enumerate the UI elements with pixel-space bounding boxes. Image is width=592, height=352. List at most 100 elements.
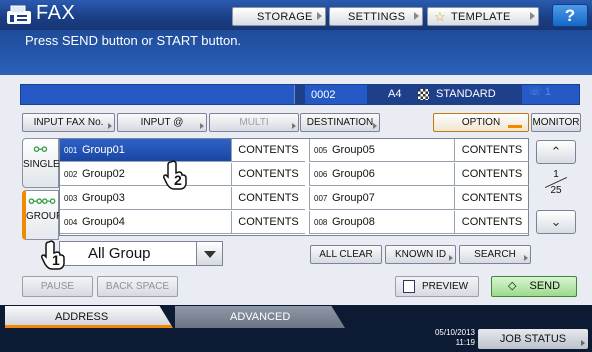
job-status-button[interactable]: JOB STATUS — [478, 329, 588, 349]
known-id-button[interactable]: KNOWN ID — [385, 245, 456, 264]
contents-button[interactable]: CONTENTS — [231, 163, 305, 186]
contents-button[interactable]: CONTENTS — [454, 139, 529, 162]
preview-label: PREVIEW — [422, 281, 469, 292]
send-button[interactable]: ◇ SEND — [491, 276, 577, 297]
phone-icon: ☏ — [528, 86, 542, 98]
group-number: 001 — [64, 146, 78, 155]
group-number: 002 — [64, 170, 78, 179]
group-name: Group02 — [82, 168, 125, 180]
paper-size: A4 — [388, 88, 402, 100]
destination-display — [21, 85, 295, 104]
star-icon: ☆ — [434, 8, 446, 24]
known-id-label: KNOWN ID — [394, 249, 447, 260]
date: 05/10/2013 — [434, 328, 475, 337]
option-indicator — [508, 125, 522, 128]
arrow-icon — [581, 340, 585, 346]
arrow-icon — [200, 123, 204, 129]
input-fax-number-button[interactable]: INPUT FAX No. — [22, 113, 115, 132]
instruction-message: Press SEND button or START button. — [25, 33, 242, 48]
contents-button[interactable]: CONTENTS — [454, 211, 529, 234]
list-item-group07[interactable]: 007 Group07 — [309, 187, 454, 210]
scroll-up-button[interactable]: ⌃ — [536, 140, 576, 164]
template-button[interactable]: ☆ TEMPLATE — [427, 7, 539, 26]
total-pages: 25 — [550, 185, 562, 196]
storage-button[interactable]: STORAGE — [232, 7, 326, 26]
line-indicator: ☏ 1 — [522, 85, 579, 104]
pointing-hand-icon: 1 — [41, 240, 65, 270]
settings-label: SETTINGS — [348, 10, 406, 23]
contents-button[interactable]: CONTENTS — [231, 187, 305, 210]
tab-group-label: GROUP — [26, 211, 63, 222]
contents-button[interactable]: CONTENTS — [454, 187, 529, 210]
group-name: Group06 — [332, 168, 375, 180]
resolution-icon — [418, 89, 429, 100]
scroll-down-button[interactable]: ⌄ — [536, 210, 576, 234]
multi-button[interactable]: MULTI — [209, 113, 299, 132]
arrow-icon — [292, 123, 296, 129]
line-number: 1 — [544, 86, 551, 98]
tab-advanced[interactable]: ADVANCED — [175, 306, 345, 328]
tab-group[interactable]: ⚯⚯ GROUP — [22, 190, 63, 240]
storage-label: STORAGE — [257, 10, 313, 23]
all-clear-button[interactable]: ALL CLEAR — [310, 245, 382, 264]
list-item-group08[interactable]: 008 Group08 — [309, 211, 454, 234]
app-title: FAX — [36, 2, 76, 24]
group-name: Group04 — [82, 216, 125, 228]
arrow-icon — [373, 123, 377, 129]
contents-button[interactable]: CONTENTS — [231, 211, 305, 234]
input-fax-number-label: INPUT FAX No. — [33, 117, 104, 128]
group-name: Group03 — [82, 192, 125, 204]
arrow-icon — [414, 12, 419, 20]
search-label: SEARCH — [474, 249, 516, 260]
callout-one: 1 — [52, 252, 60, 268]
list-item-group06[interactable]: 006 Group06 — [309, 163, 454, 186]
contents-button[interactable]: CONTENTS — [454, 163, 529, 186]
list-item-group03[interactable]: 003 Group03 — [60, 187, 231, 210]
group-number: 006 — [314, 170, 328, 179]
group-number: 004 — [64, 218, 78, 227]
settings-button[interactable]: SETTINGS — [329, 7, 423, 26]
group-number: 008 — [314, 218, 328, 227]
list-item-group02[interactable]: 002 Group02 — [60, 163, 231, 186]
callout-two: 2 — [174, 172, 182, 188]
send-label: SEND — [529, 280, 561, 292]
destination-label: DESTINATION — [306, 117, 374, 128]
destination-button[interactable]: DESTINATION — [300, 113, 380, 132]
date-time: 05/10/2013 11:19 — [425, 328, 475, 348]
help-button[interactable]: ? — [552, 4, 588, 27]
template-label: TEMPLATE — [450, 10, 511, 23]
contents-button[interactable]: CONTENTS — [231, 139, 305, 162]
destination-count: 0002 — [305, 85, 367, 104]
search-button[interactable]: SEARCH — [459, 245, 531, 264]
input-email-button[interactable]: INPUT @ — [117, 113, 207, 132]
monitor-button[interactable]: MONITOR — [531, 113, 581, 132]
send-icon: ◇ — [507, 280, 517, 292]
arrow-icon — [530, 12, 535, 20]
pointing-hand-icon: 2 — [163, 160, 187, 190]
page-indicator: 1 25 — [534, 168, 578, 197]
group-name: Group05 — [332, 144, 375, 156]
fax-machine-icon — [7, 5, 31, 24]
group-number: 003 — [64, 194, 78, 203]
list-item-group01[interactable]: 001 Group01 — [60, 139, 231, 162]
list-item-group04[interactable]: 004 Group04 — [60, 211, 231, 234]
tab-single-label: SINGLE — [23, 159, 60, 170]
arrow-icon — [108, 123, 112, 129]
arrow-icon — [449, 255, 453, 261]
back-space-button[interactable]: BACK SPACE — [97, 276, 178, 297]
arrow-icon — [524, 255, 528, 261]
list-item-group05[interactable]: 005 Group05 — [309, 139, 454, 162]
chevron-down-icon[interactable] — [196, 242, 222, 265]
tab-single[interactable]: ⚯ SINGLE — [22, 138, 60, 188]
tab-address[interactable]: ADDRESS — [5, 306, 173, 328]
job-status-label: JOB STATUS — [499, 333, 567, 345]
pause-button[interactable]: PAUSE — [22, 276, 93, 297]
preview-button[interactable]: PREVIEW — [395, 276, 479, 297]
time: 11:19 — [455, 338, 475, 347]
group-name: Group01 — [82, 144, 125, 156]
group-number: 005 — [314, 146, 328, 155]
arrow-icon — [317, 12, 322, 20]
preview-icon — [403, 280, 415, 293]
option-button[interactable]: OPTION — [433, 113, 529, 132]
chevron-down-icon: ⌄ — [550, 214, 562, 229]
